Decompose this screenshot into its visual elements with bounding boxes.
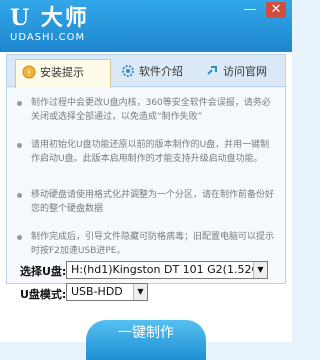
tab-install-tips[interactable]: ! 安装提示	[15, 59, 111, 88]
bullet-icon	[17, 235, 22, 240]
tab-official-site[interactable]: 访问官网	[199, 59, 281, 87]
udisk-select-value: H:(hd1)Kingston DT 101 G2(1.52G)	[71, 263, 265, 276]
chevron-down-icon[interactable]: ▼	[253, 262, 267, 278]
tip-text: 制作完成后，引导文件隐藏可防格病毒；旧配置电脑可以提示时按F2加速USB进PE。	[31, 232, 275, 256]
gear-icon	[121, 62, 135, 77]
chevron-down-icon[interactable]: ▼	[133, 284, 147, 300]
bullet-icon	[17, 193, 22, 198]
tip-text: 请用初始化U盘功能还原以前的版本制作的U盘，并用一键制作启动U盘。此版本启用制作…	[31, 140, 270, 164]
tab-label: 软件介绍	[139, 65, 183, 78]
minimize-button[interactable]: —	[240, 2, 260, 18]
tab-label: 安装提示	[40, 66, 84, 79]
bullet-icon	[17, 101, 22, 106]
tip-item: 制作过程中会更改U盘内核，360等安全软件会误报，请务必关闭或选择全部通过，以免…	[17, 96, 275, 124]
mode-select[interactable]: USB-HDD ▼	[66, 283, 148, 301]
logo-subtext: UDASHI.COM	[10, 32, 86, 43]
tip-item: 制作完成后，引导文件隐藏可防格病毒；旧配置电脑可以提示时按F2加速USB进PE。	[17, 230, 275, 258]
tab-bar: ! 安装提示 软件介绍 访问官网	[7, 55, 285, 88]
mode-label: U盘模式:	[20, 288, 67, 301]
app-logo: U 大师 UDASHI.COM	[10, 6, 89, 43]
udisk-select[interactable]: H:(hd1)Kingston DT 101 G2(1.52G) ▼	[66, 261, 268, 279]
udisk-label: 选择U盘:	[20, 265, 67, 278]
app-window: U 大师 UDASHI.COM — ✕ ! 安装提示 软件介绍 访问官网 制作过…	[0, 0, 292, 360]
tip-text: 移动硬盘请使用格式化并调整为一个分区，请在制作前备份好您的整个硬盘数据	[31, 190, 275, 214]
mode-select-value: USB-HDD	[71, 285, 123, 298]
warning-icon: !	[22, 63, 36, 79]
tab-label: 访问官网	[223, 65, 267, 78]
tip-item: 请用初始化U盘功能还原以前的版本制作的U盘，并用一键制作启动U盘。此版本启用制作…	[17, 138, 275, 166]
one-click-make-button[interactable]: 一键制作	[86, 320, 206, 360]
tips-content: 制作过程中会更改U盘内核，360等安全软件会误报，请务必关闭或选择全部通过，以免…	[7, 88, 285, 283]
bullet-icon	[17, 143, 22, 148]
title-bar: U 大师 UDASHI.COM — ✕	[0, 0, 292, 52]
tab-software-intro[interactable]: 软件介绍	[115, 59, 195, 87]
logo-text: U 大师	[10, 5, 89, 31]
close-button[interactable]: ✕	[266, 2, 286, 18]
svg-text:!: !	[27, 69, 31, 79]
link-icon	[205, 62, 219, 76]
tip-item: 移动硬盘请使用格式化并调整为一个分区，请在制作前备份好您的整个硬盘数据	[17, 188, 275, 216]
info-panel: ! 安装提示 软件介绍 访问官网 制作过程中会更改U盘内核，360等安全软件会误…	[6, 54, 286, 284]
tip-text: 制作过程中会更改U盘内核，360等安全软件会误报，请务必关闭或选择全部通过，以免…	[31, 98, 271, 122]
